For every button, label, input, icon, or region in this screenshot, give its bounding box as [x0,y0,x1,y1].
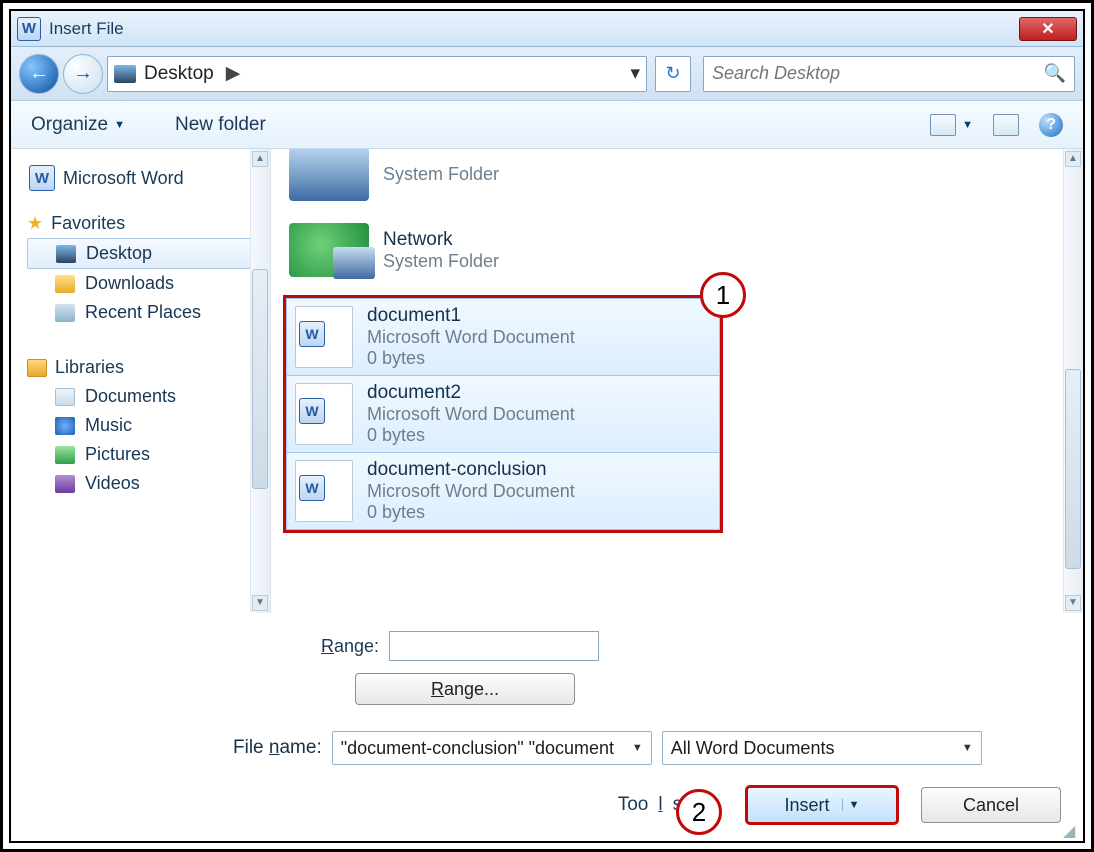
sidebar-item-pictures[interactable]: Pictures [27,440,266,469]
search-icon: 🔍 [1044,63,1066,84]
breadcrumb-bar[interactable]: Desktop ▶ ▾ [107,56,647,92]
file-name-label: File name: [233,737,322,759]
star-icon: ★ [27,213,43,234]
word-icon: W [29,165,55,191]
sidebar-item-word[interactable]: W Microsoft Word [29,165,266,191]
title-bar: W Insert File ✕ [11,11,1083,47]
favorites-header[interactable]: ★Favorites [27,213,266,234]
sidebar-item-downloads[interactable]: Downloads [27,269,266,298]
sidebar-item-desktop[interactable]: Desktop [27,238,266,269]
list-item-document-conclusion[interactable]: document-conclusionMicrosoft Word Docume… [286,453,720,530]
file-name-combobox[interactable]: "document-conclusion" "document▼ [332,731,652,765]
desktop-icon [56,245,76,263]
pictures-icon [55,446,75,464]
range-label: Range: [321,636,379,657]
range-input[interactable] [389,631,599,661]
documents-icon [55,388,75,406]
recent-places-icon [55,304,75,322]
file-type-combobox[interactable]: All Word Documents▼ [662,731,982,765]
list-item-document1[interactable]: document1Microsoft Word Document0 bytes [286,298,720,376]
sidebar-item-recent-places[interactable]: Recent Places [27,298,266,327]
cancel-button[interactable]: Cancel [921,787,1061,823]
main-scrollbar[interactable]: ▲▼ [1063,149,1083,613]
refresh-button[interactable]: ↻ [655,56,691,92]
selection-highlight: 1 document1Microsoft Word Document0 byte… [283,295,723,533]
breadcrumb-chevron-icon[interactable]: ▶ [226,62,241,85]
preview-pane-button[interactable] [993,114,1019,136]
navigation-pane: W Microsoft Word ★Favorites Desktop Down… [11,149,271,613]
network-icon [289,223,369,277]
libraries-icon [27,359,47,377]
word-doc-icon [295,306,353,368]
new-folder-button[interactable]: New folder [175,114,266,136]
word-doc-icon [295,460,353,522]
range-button[interactable]: Range... [355,673,575,705]
music-icon [55,417,75,435]
desktop-icon [114,65,136,83]
sidebar-item-videos[interactable]: Videos [27,469,266,498]
navigation-bar: ← → Desktop ▶ ▾ ↻ 🔍 [11,47,1083,101]
forward-button[interactable]: → [63,54,103,94]
list-item-network[interactable]: NetworkSystem Folder [279,219,1059,295]
libraries-header[interactable]: Libraries [27,357,266,378]
window-title: Insert File [49,19,124,39]
view-icon [930,114,956,136]
range-row: Range: [321,631,1083,661]
videos-icon [55,475,75,493]
file-list-pane: System Folder NetworkSystem Folder 1 doc… [271,149,1083,613]
annotation-callout-2: 2 [676,789,722,835]
back-button[interactable]: ← [19,54,59,94]
view-options-button[interactable]: ▼ [930,114,973,136]
word-app-icon: W [17,17,41,41]
dialog-footer: File name: "document-conclusion" "docume… [11,705,1083,841]
word-doc-icon [295,383,353,445]
organize-menu[interactable]: Organize▼ [31,114,125,136]
command-bar: Organize▼ New folder ▼ ? [11,101,1083,149]
breadcrumb-location: Desktop [144,63,214,85]
close-button[interactable]: ✕ [1019,17,1077,41]
sidebar-item-documents[interactable]: Documents [27,382,266,411]
search-input[interactable] [712,63,1044,84]
list-item-computer[interactable]: System Folder [279,149,1059,219]
insert-file-dialog: W Insert File ✕ ← → Desktop ▶ ▾ ↻ 🔍 Orga… [9,9,1085,843]
help-button[interactable]: ? [1039,113,1063,137]
search-box[interactable]: 🔍 [703,56,1075,92]
breadcrumb-dropdown-icon[interactable]: ▾ [630,62,640,85]
computer-icon [289,149,369,201]
sidebar-item-music[interactable]: Music [27,411,266,440]
resize-grip[interactable]: ◢ [1063,821,1079,837]
list-item-document2[interactable]: document2Microsoft Word Document0 bytes [286,376,720,453]
sidebar-scrollbar[interactable]: ▲▼ [250,149,270,613]
annotation-callout-1: 1 [700,272,746,318]
insert-button[interactable]: Insert▼ [747,787,897,823]
downloads-icon [55,275,75,293]
